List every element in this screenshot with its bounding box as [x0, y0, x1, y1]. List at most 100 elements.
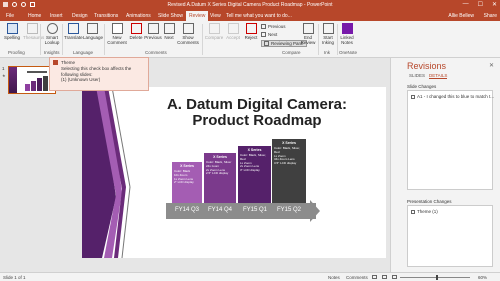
- quarter-label: FY15 Q1: [242, 207, 267, 213]
- thesaurus-button[interactable]: Thesaurus: [23, 23, 44, 40]
- tab-animations[interactable]: Animations: [126, 13, 151, 19]
- roadmap-bar[interactable]: X Series Color: Black, Silver 24x zoom 2…: [204, 153, 236, 205]
- zoom-level[interactable]: 60%: [478, 275, 487, 280]
- next-change-button[interactable]: Next: [261, 32, 277, 37]
- tab-review[interactable]: Review: [186, 11, 209, 21]
- language-icon: [86, 23, 98, 34]
- slide-sorter-icon[interactable]: [382, 275, 387, 279]
- delete-comment-button[interactable]: Delete: [129, 23, 143, 40]
- notes-button[interactable]: Notes: [328, 275, 340, 280]
- quarter-label: FY14 Q4: [207, 207, 232, 213]
- translate-icon: [67, 23, 79, 34]
- bar-title: X Series: [213, 155, 227, 159]
- normal-view-icon[interactable]: [372, 275, 377, 279]
- revisions-pane: Revisions ✕ SLIDES DETAILS Slide Changes…: [390, 58, 500, 272]
- group-label-onenote: OneNote: [339, 50, 358, 55]
- ribbon: Spelling Thesaurus Proofing Smart Lookup…: [0, 21, 500, 58]
- thumbnail-bar: [31, 81, 36, 91]
- thumbnail-bar: [25, 84, 30, 91]
- title-bar: Revised A.Datum X Series Digital Camera …: [0, 0, 500, 10]
- maximize-button[interactable]: ☐: [478, 1, 483, 8]
- spelling-icon: [6, 23, 18, 34]
- tab-details[interactable]: DETAILS: [429, 73, 448, 79]
- zoom-slider-thumb[interactable]: [436, 275, 438, 280]
- accept-icon: [227, 23, 239, 34]
- user-name[interactable]: Allie Bellew: [448, 13, 474, 19]
- previous-change-button[interactable]: Previous: [261, 24, 286, 29]
- end-review-icon: [302, 23, 314, 34]
- quarter-label: FY14 Q3: [174, 207, 199, 213]
- zoom-slider[interactable]: [400, 277, 470, 278]
- next-comment-button[interactable]: Next: [163, 23, 175, 40]
- compare-button[interactable]: Compare: [204, 23, 224, 40]
- thumbnail-title: [27, 71, 47, 73]
- tab-slides[interactable]: SLIDES: [409, 73, 425, 78]
- presentation-changes-list: Theme (1): [407, 205, 493, 267]
- new-comment-button[interactable]: New Comment: [106, 23, 128, 45]
- bar-line: 3" LCD display: [240, 168, 260, 173]
- group-label-proofing: Proofing: [8, 50, 25, 55]
- comment-icon: [411, 94, 415, 99]
- slide-title[interactable]: A. Datum Digital Camera: Product Roadmap: [142, 97, 372, 129]
- group-separator: [337, 24, 338, 55]
- slide-star-icon: ★: [2, 73, 6, 78]
- accept-button[interactable]: Accept: [225, 23, 241, 40]
- close-button[interactable]: ✕: [492, 1, 497, 8]
- presentation-change-item[interactable]: Theme (1): [411, 209, 438, 214]
- tell-me-box[interactable]: Tell me what you want to do...: [226, 13, 292, 19]
- start-inking-button[interactable]: Start Inking: [320, 23, 336, 45]
- slide-number: 1: [2, 66, 5, 71]
- delete-icon: [130, 23, 142, 34]
- tab-design[interactable]: Design: [72, 13, 88, 19]
- tab-view[interactable]: View: [210, 13, 221, 19]
- roadmap-bar[interactable]: X Series Color: Black, Silver, Red Lx Zo…: [238, 146, 271, 205]
- bar-line: 2" LCD display: [174, 180, 194, 185]
- group-label-compare: Compare: [282, 50, 301, 55]
- window-controls: — ☐ ✕: [463, 1, 497, 8]
- previous-comment-icon: [147, 23, 159, 34]
- bar-line: 2.5" LCD display: [206, 171, 229, 176]
- spelling-button[interactable]: Spelling: [3, 23, 21, 40]
- smart-lookup-button[interactable]: Smart Lookup: [43, 23, 61, 45]
- compare-icon: [208, 23, 220, 34]
- tab-slide-show[interactable]: Slide Show: [158, 13, 183, 19]
- group-separator: [40, 24, 41, 55]
- checkbox-icon[interactable]: [53, 60, 58, 65]
- slide-count: Slide 1 of 1: [3, 275, 26, 280]
- roadmap-bar[interactable]: X Series Color: Black 10x Zoom 1x Zoom L…: [172, 162, 202, 205]
- slide-change-item[interactable]: A1 - I changed this to blue to match t..…: [411, 94, 494, 99]
- reviewing-pane-icon: [264, 41, 269, 46]
- roadmap-bar[interactable]: X Series Color: Black, Silver, Red Lx Zo…: [272, 139, 306, 205]
- tab-home[interactable]: Home: [28, 13, 41, 19]
- reading-view-icon[interactable]: [392, 275, 397, 279]
- group-label-insights: Insights: [44, 50, 60, 55]
- close-icon[interactable]: ✕: [489, 62, 494, 69]
- comments-button[interactable]: Comments: [346, 275, 368, 280]
- share-button[interactable]: Share: [484, 13, 497, 19]
- end-review-button[interactable]: End Review: [300, 23, 316, 45]
- thumbnail-bar: [43, 76, 48, 91]
- slide-changes-label: Slide Changes: [407, 84, 437, 89]
- group-separator: [202, 24, 203, 55]
- previous-comment-button[interactable]: Previous: [144, 23, 162, 40]
- translate-button[interactable]: Translate: [64, 23, 83, 40]
- tab-file[interactable]: File: [6, 13, 14, 19]
- minimize-button[interactable]: —: [463, 1, 469, 8]
- reject-button[interactable]: Reject: [243, 23, 259, 40]
- tab-insert[interactable]: Insert: [50, 13, 63, 19]
- revisions-title: Revisions: [407, 61, 447, 71]
- reject-icon: [245, 23, 257, 34]
- group-label-comments: Comments: [145, 50, 167, 55]
- linked-notes-button[interactable]: Linked Notes: [339, 23, 355, 45]
- show-comments-icon: [182, 23, 194, 34]
- language-button[interactable]: Language: [83, 23, 103, 40]
- pen-icon: [322, 23, 334, 34]
- presentation-changes-label: Presentation Changes: [407, 199, 452, 204]
- thumbnail-band: [9, 67, 17, 93]
- status-bar: Slide 1 of 1 Notes Comments 60%: [0, 272, 500, 281]
- bar-title: X Series: [282, 141, 296, 145]
- tab-transitions[interactable]: Transitions: [94, 13, 118, 19]
- new-comment-icon: [111, 23, 123, 34]
- show-comments-button[interactable]: Show Comments: [176, 23, 200, 45]
- window-title: Revised A.Datum X Series Digital Camera …: [167, 2, 333, 8]
